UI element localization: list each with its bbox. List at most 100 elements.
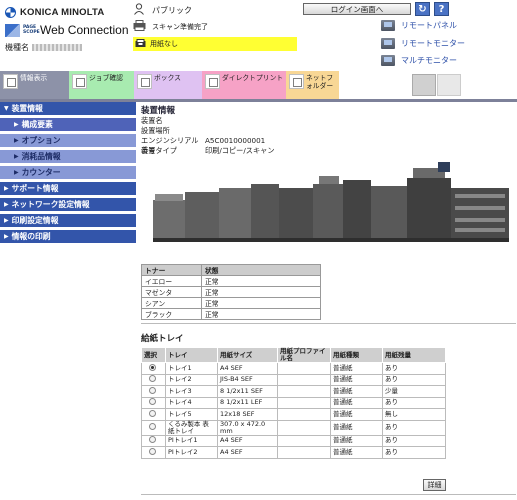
device-name-redacted	[32, 44, 82, 51]
job-icon	[72, 74, 87, 89]
field-device-type: 装置タイプ 印刷/コピー/スキャン	[141, 146, 275, 156]
table-cell	[277, 419, 331, 436]
sidebar-item-network-settings[interactable]: ▶ ネットワーク設定情報	[0, 198, 136, 212]
tab-net-folder[interactable]: ネットフォルダー	[286, 71, 339, 99]
table-cell: PIトレイ1	[165, 434, 218, 447]
table-header-row: トナー 状態	[141, 264, 321, 276]
remote-monitor-link[interactable]: リモートモニター	[381, 38, 465, 49]
table-cell: 普通紙	[330, 408, 383, 421]
device-name-label: 機種名	[5, 43, 29, 52]
table-cell	[277, 434, 331, 447]
table-cell: トレイ4	[165, 396, 218, 409]
multi-monitor-link[interactable]: マルチモニター	[381, 55, 457, 66]
tray-select-radio[interactable]	[149, 423, 156, 430]
sidebar-item-label: 情報の印刷	[11, 232, 51, 241]
chevron-right-icon: ▶	[14, 169, 19, 176]
login-screen-button[interactable]: ログイン画面へ	[303, 3, 411, 15]
table-cell	[141, 434, 166, 447]
printer-status-icon	[133, 20, 146, 31]
table-cell	[277, 362, 331, 375]
tray-select-radio[interactable]	[149, 398, 156, 406]
table-cell: 正常	[201, 297, 321, 309]
paper-tray-table: 選択 トレイ 用紙サイズ 用紙プロファイル名 用紙種類 用紙残量 トレイ1 A4 …	[141, 347, 446, 459]
divider	[141, 323, 516, 324]
sidebar-item-label: ネットワーク設定情報	[11, 200, 90, 209]
column-header: トナー	[141, 264, 202, 276]
tab-job[interactable]: ジョブ確認	[69, 71, 134, 99]
table-cell: 正常	[201, 286, 321, 298]
table-cell: トレイ3	[165, 385, 218, 398]
sidebar-item-label: 消耗品情報	[21, 152, 61, 161]
tray-select-radio[interactable]	[149, 447, 156, 455]
sidebar-item-options[interactable]: ▶ オプション	[0, 134, 136, 148]
table-cell: イエロー	[141, 275, 202, 287]
pagescope-small-label: PAGE SCOPE	[23, 25, 40, 35]
table-row: トレイ3 8 1/2x11 SEF 普通紙 少量	[141, 385, 446, 398]
sidebar-item-label: 装置情報	[11, 104, 43, 113]
table-cell: トレイ2	[165, 373, 218, 386]
table-cell: 少量	[382, 385, 446, 398]
table-cell: トレイ5	[165, 408, 218, 421]
table-row: イエロー 正常	[141, 275, 321, 287]
sidebar-item-label: サポート情報	[11, 184, 59, 193]
device-status: スキャン準備完了	[152, 23, 208, 31]
chevron-right-icon: ▶	[14, 137, 19, 144]
tray-select-radio[interactable]	[149, 386, 156, 394]
column-header: 用紙種類	[330, 347, 383, 363]
help-icon[interactable]: ?	[434, 2, 449, 16]
field-label: 設置場所	[141, 126, 170, 135]
tab-box[interactable]: ボックス	[134, 71, 202, 99]
sidebar-item-device-info[interactable]: ▼ 装置情報	[0, 102, 136, 116]
tray-select-radio[interactable]	[149, 375, 156, 383]
monitor-view-icon[interactable]	[437, 74, 461, 96]
table-cell: 307.0 x 472.0 mm	[217, 419, 278, 436]
sidebar-item-configuration[interactable]: ▶ 構成要素	[0, 118, 136, 132]
device-illustration	[153, 162, 509, 242]
tab-information[interactable]: 情報表示	[0, 71, 69, 99]
table-cell: A4 SEF	[217, 446, 278, 459]
multi-monitor-label: マルチモニター	[401, 56, 457, 65]
sidebar-item-support[interactable]: ▶ サポート情報	[0, 182, 136, 196]
tray-select-radio[interactable]	[149, 436, 156, 444]
table-row: PIトレイ2 A4 SEF 普通紙 あり	[141, 446, 446, 459]
tray-select-radio[interactable]	[149, 409, 156, 417]
table-cell	[141, 408, 166, 421]
table-row: ブラック 正常	[141, 308, 321, 320]
table-cell	[141, 385, 166, 398]
paper-alert-banner[interactable]: 用紙なし	[133, 37, 297, 51]
table-cell: ブラック	[141, 308, 202, 320]
sidebar-item-print-info[interactable]: ▶ 情報の印刷	[0, 230, 136, 244]
table-cell: 8 1/2x11 SEF	[217, 385, 278, 398]
table-cell: 12x18 SEF	[217, 408, 278, 421]
table-cell	[141, 362, 166, 375]
panel-view-icon[interactable]	[412, 74, 436, 96]
table-header-row: 選択 トレイ 用紙サイズ 用紙プロファイル名 用紙種類 用紙残量	[141, 347, 446, 363]
remote-panel-icon	[381, 20, 395, 31]
field-device-name: 装置名	[141, 116, 205, 126]
table-cell: 8 1/2x11 LEF	[217, 396, 278, 409]
table-cell: 普通紙	[330, 385, 383, 398]
remote-monitor-label: リモートモニター	[401, 39, 465, 48]
multi-monitor-icon	[381, 55, 395, 66]
table-cell: 正常	[201, 308, 321, 320]
divider	[141, 494, 516, 495]
sidebar-item-counter[interactable]: ▶ カウンター	[0, 166, 136, 180]
tray-select-radio[interactable]	[149, 363, 156, 371]
remote-panel-link[interactable]: リモートパネル	[381, 20, 457, 31]
sidebar-item-label: カウンター	[21, 168, 61, 177]
field-value: 印刷/コピー/スキャン	[205, 146, 275, 155]
sidebar-item-consumables[interactable]: ▶ 消耗品情報	[0, 150, 136, 164]
table-cell: マゼンタ	[141, 286, 202, 298]
sidebar-item-label: オプション	[21, 136, 61, 145]
table-row: トレイ1 A4 SEF 普通紙 あり	[141, 362, 446, 375]
refresh-icon[interactable]: ↻	[415, 2, 430, 16]
table-cell: あり	[382, 362, 446, 375]
chevron-right-icon: ▶	[4, 217, 9, 224]
product-name: Web Connection	[40, 23, 129, 37]
sidebar-item-print-settings[interactable]: ▶ 印刷設定情報	[0, 214, 136, 228]
table-cell: 普通紙	[330, 446, 383, 459]
table-cell: 普通紙	[330, 396, 383, 409]
detail-button[interactable]: 詳細	[423, 479, 446, 491]
pagescope-mark-icon	[5, 23, 20, 37]
tab-direct-print[interactable]: ダイレクトプリント	[202, 71, 286, 99]
